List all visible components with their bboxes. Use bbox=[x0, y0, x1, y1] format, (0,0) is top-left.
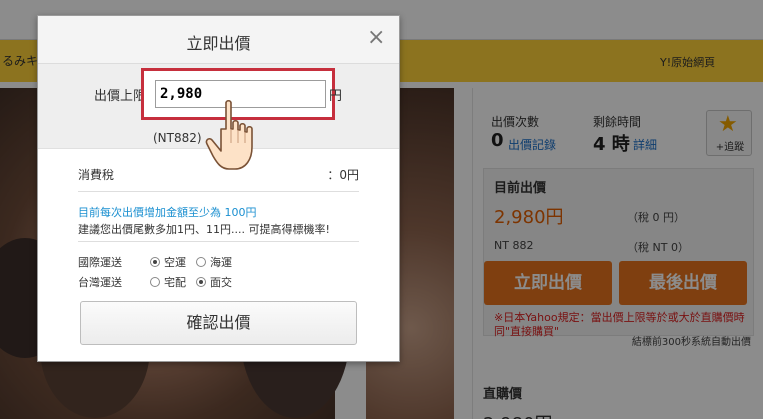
intl-option-air-label: 空運 bbox=[164, 256, 186, 269]
tw-option-pickup-label: 面交 bbox=[210, 276, 232, 289]
radio-home-delivery[interactable] bbox=[150, 277, 160, 287]
tw-option-pickup[interactable]: 面交 bbox=[196, 274, 232, 290]
intl-option-sea-label: 海運 bbox=[210, 256, 232, 269]
bid-unit: 円 bbox=[329, 89, 343, 104]
intl-shipping-label: 國際運送 bbox=[78, 256, 122, 269]
bid-dialog: 立即出價 × 出價上限 円 (NT882) 消費稅 ：0円 目前每次出價增加金額… bbox=[37, 15, 400, 362]
consumption-tax-value: ：0円 bbox=[327, 168, 359, 182]
suggestion-hint: 建議您出價尾數多加1円、11円.... 可提高得標機率! bbox=[78, 223, 330, 236]
increment-hint: 目前每次出價增加金額至少為 100円 bbox=[78, 206, 257, 219]
radio-face-to-face[interactable] bbox=[196, 277, 206, 287]
intl-option-sea[interactable]: 海運 bbox=[196, 254, 232, 270]
tw-option-home[interactable]: 宅配 bbox=[150, 274, 186, 290]
consumption-tax-row: 消費稅 ：0円 bbox=[78, 166, 359, 192]
bid-ntd-equivalent: (NT882) bbox=[153, 131, 202, 145]
dialog-header: 立即出價 × bbox=[38, 16, 399, 64]
tw-option-home-label: 宅配 bbox=[164, 276, 186, 289]
pointer-hand-icon bbox=[205, 99, 253, 170]
dialog-title: 立即出價 bbox=[186, 34, 251, 53]
intl-option-air[interactable]: 空運 bbox=[150, 254, 186, 270]
radio-sea[interactable] bbox=[196, 257, 206, 267]
divider bbox=[78, 241, 359, 242]
consumption-tax-label: 消費稅 bbox=[78, 168, 115, 182]
radio-air[interactable] bbox=[150, 257, 160, 267]
bid-limit-label: 出價上限 bbox=[94, 89, 147, 104]
confirm-bid-button[interactable]: 確認出價 bbox=[80, 301, 357, 345]
close-icon[interactable]: × bbox=[367, 26, 385, 50]
tw-shipping-label: 台灣運送 bbox=[78, 276, 122, 289]
